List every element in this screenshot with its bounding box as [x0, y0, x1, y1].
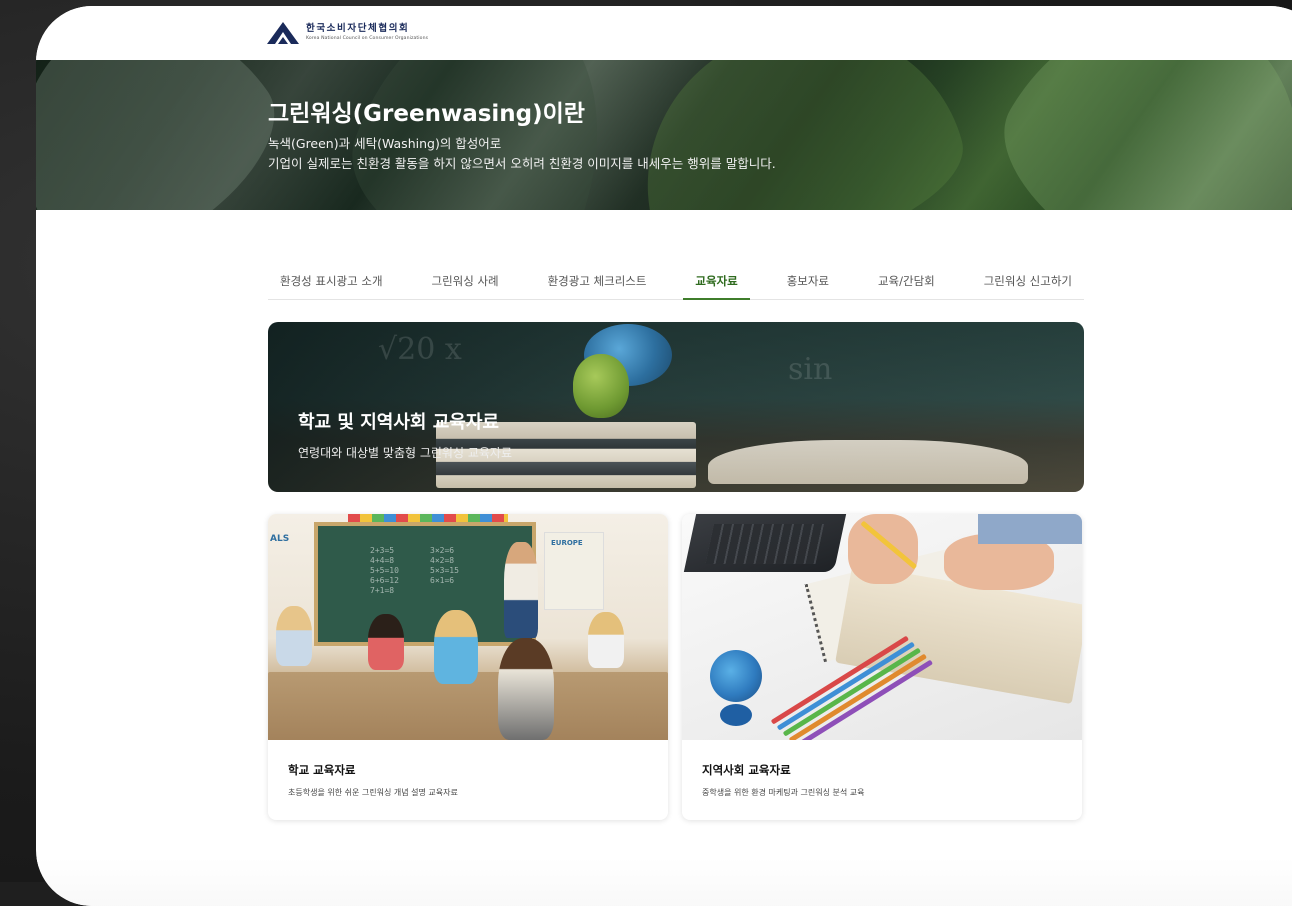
tab-education-materials[interactable]: 교육자료: [683, 268, 750, 300]
tab-greenwashing-cases[interactable]: 그린워싱 사례: [419, 268, 510, 300]
feature-subtitle: 연령대와 대상별 맞춤형 그린워싱 교육자료: [298, 446, 512, 460]
student-figure: [588, 612, 624, 668]
student-figure: [434, 610, 478, 684]
mountain-a-icon: [267, 22, 299, 44]
wall-map: EUROPE: [544, 532, 604, 610]
hero-description: 녹색(Green)과 세탁(Washing)의 합성어로 기업이 실제로는 친환…: [268, 134, 776, 174]
leaf-decoration: [971, 60, 1292, 210]
logo-name-en: Korea National Council on Consumer Organ…: [306, 35, 429, 41]
chalk-writing: sin: [788, 352, 833, 387]
hero-desc-line: 녹색(Green)과 세탁(Washing)의 합성어로: [268, 136, 502, 151]
student-figure: [276, 606, 312, 666]
open-book-image: [708, 440, 1028, 484]
logo-name-ko: 한국소비자단체협의회: [306, 23, 410, 35]
leaf-decoration: [36, 60, 306, 210]
chalkboard: 2+3=5 4+4=8 5+5=10 6+6=12 7+1=8 3×2=6 4×2=8 5×…: [314, 522, 536, 646]
card-description: 초등학생을 위한 쉬운 그린워싱 개념 설명 교육자료: [288, 788, 458, 797]
page-footer-fade: [36, 858, 1292, 906]
card-school-materials[interactable]: 2+3=5 4+4=8 5+5=10 6+6=12 7+1=8 3×2=6 4×2=8 5×…: [268, 514, 668, 820]
browser-window: 한국소비자단체협의회 Korea National Council on Con…: [36, 6, 1292, 906]
study-desk-image: [682, 514, 1082, 740]
section-tabs: 환경성 표시광고 소개 그린워싱 사례 환경광고 체크리스트 교육자료 홍보자료…: [268, 268, 1084, 300]
logo-text: 한국소비자단체협의회 Korea National Council on Con…: [306, 24, 428, 41]
hero-desc-line: 기업이 실제로는 친환경 활동을 하지 않으면서 오히려 친환경 이미지를 내세…: [268, 156, 776, 171]
site-logo[interactable]: 한국소비자단체협의회 Korea National Council on Con…: [266, 20, 428, 46]
tab-promo-materials[interactable]: 홍보자료: [775, 268, 841, 300]
card-title: 학교 교육자료: [288, 763, 356, 777]
map-label: EUROPE: [551, 539, 583, 547]
student-figure: [498, 638, 554, 740]
hand-figure: [848, 514, 918, 584]
card-community-materials[interactable]: 지역사회 교육자료 중학생을 위한 환경 마케팅과 그린워싱 분석 교육: [682, 514, 1082, 820]
hero-banner: 그린워싱(Greenwasing)이란 녹색(Green)과 세탁(Washin…: [36, 60, 1292, 210]
feature-title: 학교 및 지역사회 교육자료: [298, 412, 499, 433]
teacher-figure: [504, 542, 538, 638]
card-description: 중학생을 위한 환경 마케팅과 그린워싱 분석 교육: [702, 788, 865, 797]
sleeve: [978, 514, 1082, 544]
tab-education-meetings[interactable]: 교육/간담회: [866, 268, 947, 300]
tab-report-greenwashing[interactable]: 그린워싱 신고하기: [972, 268, 1084, 300]
hero-title: 그린워싱(Greenwasing)이란: [268, 101, 585, 127]
student-figure: [368, 614, 404, 670]
apple-image: [573, 354, 629, 418]
laptop-keyboard: [705, 524, 825, 564]
tab-ad-checklist[interactable]: 환경광고 체크리스트: [536, 268, 659, 300]
wall-label: ALS: [270, 534, 290, 544]
chalkboard-writing: 2+3=5 4+4=8 5+5=10 6+6=12 7+1=8: [370, 546, 399, 595]
classroom-image: 2+3=5 4+4=8 5+5=10 6+6=12 7+1=8 3×2=6 4×2=8 5×…: [268, 514, 668, 740]
chalk-writing: √20 x: [378, 332, 462, 367]
laptop-image: [683, 514, 847, 572]
desk-globe-base: [720, 704, 752, 726]
feature-banner[interactable]: √20 x sin 학교 및 지역사회 교육자료 연령대와 대상별 맞춤형 그린…: [268, 322, 1084, 492]
desk-globe: [710, 650, 762, 702]
card-title: 지역사회 교육자료: [702, 763, 791, 777]
tab-env-labeling[interactable]: 환경성 표시광고 소개: [268, 268, 395, 300]
site-header: 한국소비자단체협의회 Korea National Council on Con…: [36, 6, 1292, 60]
chalkboard-writing: 3×2=6 4×2=8 5×3=15 6×1=6: [430, 546, 459, 585]
